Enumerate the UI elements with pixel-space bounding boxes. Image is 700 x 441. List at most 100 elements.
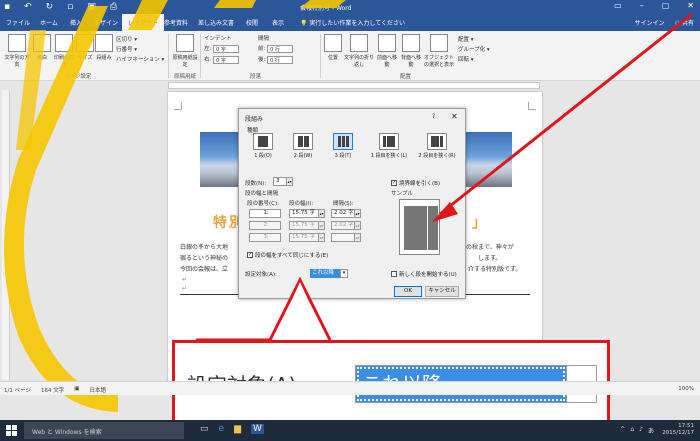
orientation-label: 印刷の向き [53,55,74,68]
wrap-text-button[interactable]: 文字列の折り返し [344,34,374,68]
network-icon[interactable]: ⌂ [630,426,634,435]
rotate-button[interactable]: 回転 ▾ [458,55,474,63]
task-view-icon[interactable]: ▭ [200,424,209,434]
sign-in-link[interactable]: サインイン [635,18,665,27]
indent-left-input[interactable]: 0 字 [213,44,240,53]
apply-to-select[interactable]: これ以降 [310,269,340,278]
preset-three[interactable]: 3 段(T) [325,133,361,159]
size-button[interactable]: サイズ [76,34,94,61]
space-before-input[interactable]: 0 行 [267,44,294,53]
preset-one-label: 1 段(O) [254,153,272,159]
chevron-up-icon[interactable]: ^ [620,426,625,435]
line-numbers-button[interactable]: 行番号 ▾ [116,45,137,53]
columns-button[interactable]: 段組み [95,34,113,61]
preset-right-narrow[interactable]: 2 段目を狭く(R) [415,133,459,159]
tell-me-text: 実行したい作業を入力してください [309,20,406,27]
space-after-input[interactable]: 0 行 [267,55,294,64]
clock[interactable]: 17:51 2015/12/17 [662,423,694,437]
orientation-button[interactable]: 印刷の向き [53,34,75,68]
margins-button[interactable]: 余白 [32,34,52,61]
dialog-title: 段組み [245,116,264,123]
volume-icon[interactable]: ♪ [639,426,643,435]
vertical-ruler[interactable] [2,90,10,380]
spin-arrows[interactable]: ▴▾ [354,209,361,218]
save-icon[interactable]: ▪ [4,2,10,12]
tab-file[interactable]: ファイル [6,18,30,27]
spin-arrows[interactable]: ▴▾ [286,177,293,186]
manuscript-icon [176,34,194,52]
language[interactable]: 日本語 [89,386,106,394]
line-between-checkbox[interactable]: ✓ 境界線を引く(B) [391,179,440,187]
minimize-icon[interactable]: – [640,1,644,10]
equal-width-checkbox[interactable]: ✓ 段の幅をすべて同じにする(E) [247,251,328,259]
zoom-level[interactable]: 100% [678,386,694,392]
col-header-width: 段の幅(I): [289,201,314,207]
preset-left-narrow[interactable]: 1 段目を狭く(L) [369,133,409,159]
align-button[interactable]: 配置 ▾ [458,35,474,43]
manuscript-group-label: 原稿用紙 [174,74,197,80]
new-column-checkbox[interactable]: 新しく段を開始する(U) [391,270,457,278]
help-icon[interactable]: ? [432,113,435,120]
ribbon-display-icon[interactable]: ▭ [614,1,622,10]
tab-references[interactable]: 参考資料 [164,18,188,27]
column-count-input[interactable]: 3 ▴▾ [273,177,293,186]
chevron-down-icon[interactable]: ▾ [340,269,348,278]
page-count[interactable]: 1/1 ページ [4,386,31,394]
close-icon[interactable]: ✕ [451,112,458,121]
tab-review[interactable]: 校閲 [246,18,258,27]
print-preview-icon[interactable]: ⎙ [110,2,117,12]
column-spacing-2-value: 2.02 字 [334,222,354,228]
share-button[interactable]: ⚇ 共有 [675,18,694,27]
explorer-icon[interactable]: ▆ [234,424,241,434]
tab-design[interactable]: デザイン [94,18,118,27]
column-width-1[interactable]: 15.75 字 ▴▾ [289,209,325,218]
selection-pane-button[interactable]: オブジェクトの選択と表示 [424,34,454,68]
redo-icon[interactable]: ↻ [46,2,54,12]
bring-forward-button[interactable]: 前面へ移動 [376,34,398,68]
tab-mailings[interactable]: 差し込み文書 [198,18,234,27]
open-icon[interactable]: ▣ [87,2,96,12]
account-area: サインイン ⚇ 共有 [635,18,694,27]
horizontal-ruler[interactable] [0,81,700,90]
group-button[interactable]: グループ化 ▾ [458,45,490,53]
window-controls: ▭ – ▢ ✕ [614,1,694,10]
tab-view[interactable]: 表示 [272,18,284,27]
indent-right-input[interactable]: 0 字 [213,55,240,64]
clock-time: 17:51 [678,423,694,429]
proofing-icon[interactable]: ▣ [74,386,79,394]
title-bar: ▪ ↶ ↻ ▫ ▣ ⎙ 会報特別号 - Word ▭ – ▢ ✕ [0,0,700,14]
manuscript-button[interactable]: 原稿用紙設定 [172,34,198,68]
windows-start-icon[interactable] [6,425,17,436]
tell-me-input[interactable]: 💡 実行したい作業を入力してください [300,18,405,27]
undo-icon[interactable]: ↶ [24,2,32,12]
selection-pane-label: オブジェクトの選択と表示 [424,55,455,68]
maximize-icon[interactable]: ▢ [662,1,670,10]
preset-one[interactable]: 1 段(O) [245,133,281,159]
breaks-button[interactable]: 区切り ▾ [116,35,137,43]
columns-label: 段組み [96,55,112,61]
word-count[interactable]: 164 文字 [41,386,64,394]
tab-insert[interactable]: 挿入 [70,18,82,27]
ok-button[interactable]: OK [394,286,422,297]
word-icon[interactable]: W [250,424,264,434]
orientation-icon [55,34,73,52]
new-doc-icon[interactable]: ▫ [67,2,73,12]
space-before-field: 前: 0 行 [258,44,294,53]
tab-layout[interactable]: レイアウト [122,14,165,31]
cancel-button[interactable]: キャンセル [425,286,459,297]
spin-arrows[interactable]: ▴▾ [318,209,325,218]
keyboard-icon[interactable]: あ [648,426,654,435]
sample-label: サンプル [391,191,413,197]
taskbar-search[interactable]: Web と Windows を検索 [24,422,184,439]
close-window-icon[interactable]: ✕ [687,1,694,10]
text-direction-button[interactable]: 文字列の方向 [4,34,30,68]
tab-home[interactable]: ホーム [40,18,58,27]
position-button[interactable]: 位置 [324,34,342,61]
column-spacing-1[interactable]: 2.02 字 ▴▾ [331,209,361,218]
send-backward-icon [402,34,420,52]
indent-right-field: 右: 0 字 [204,55,240,64]
edge-icon[interactable]: e [219,424,225,434]
hyphenation-button[interactable]: ハイフネーション ▾ [116,55,164,63]
preset-two[interactable]: 2 段(W) [285,133,321,159]
send-backward-button[interactable]: 背面へ移動 [400,34,422,68]
